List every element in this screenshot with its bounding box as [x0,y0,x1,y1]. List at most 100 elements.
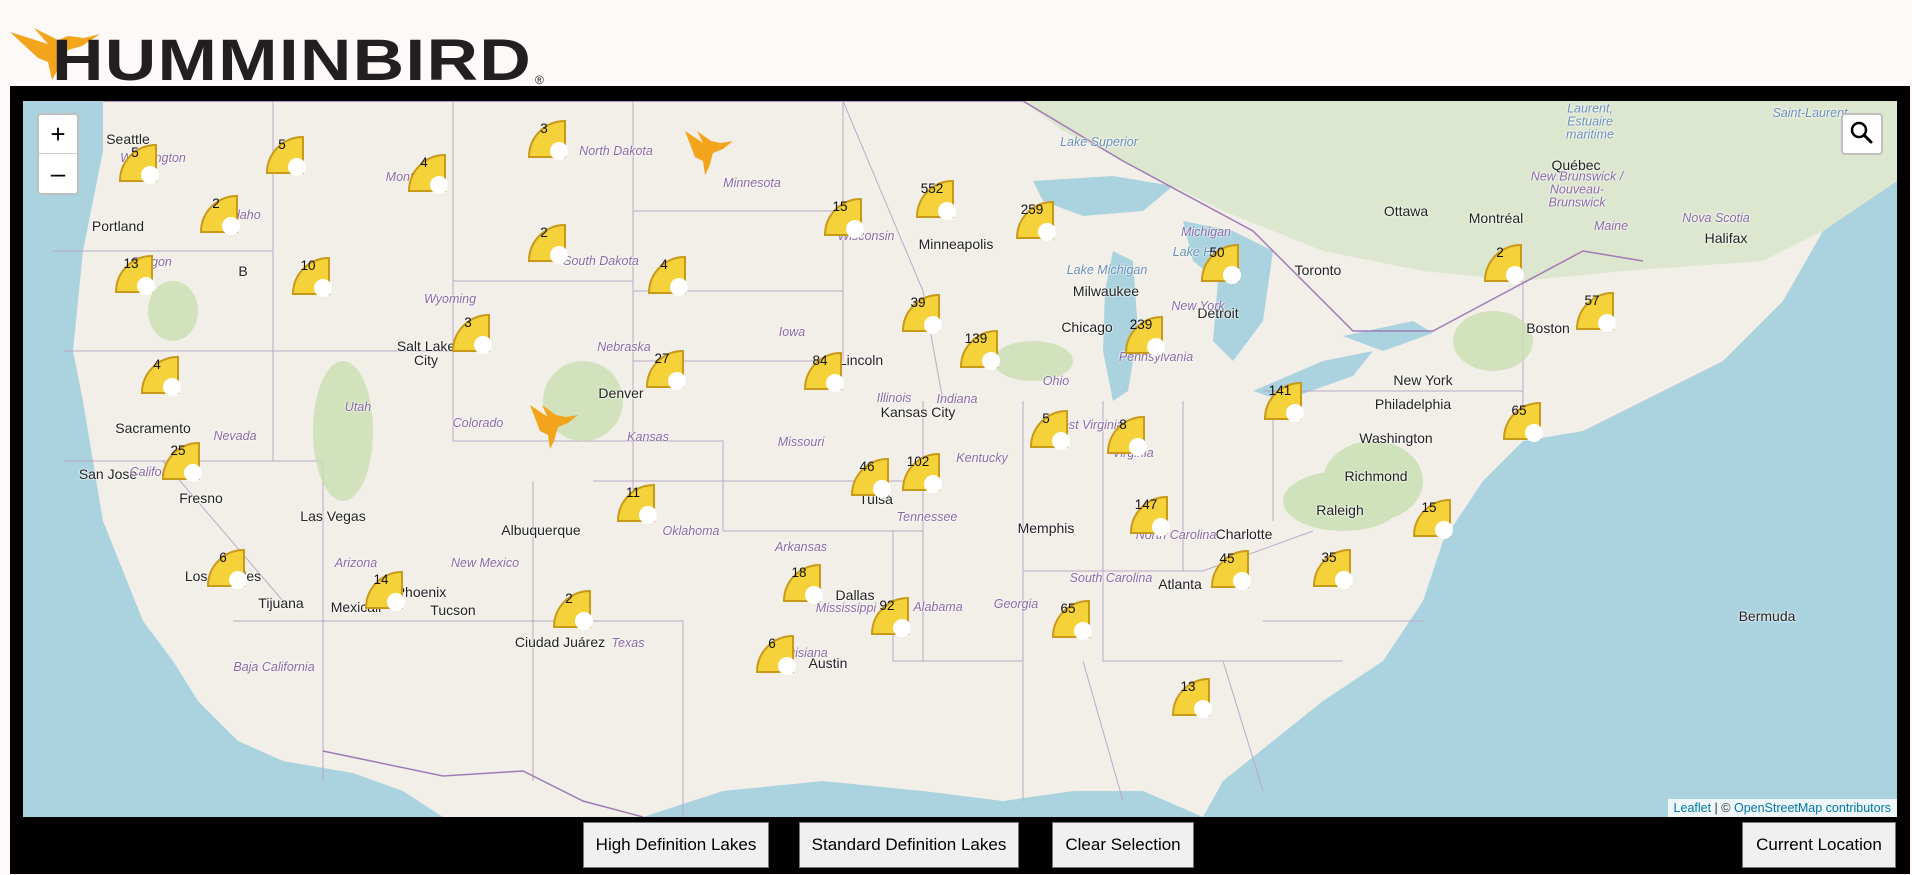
lake-cluster-marker[interactable]: 8 [1104,413,1152,457]
lake-cluster-marker[interactable]: 6 [204,546,252,590]
cluster-count: 2 [212,196,220,211]
cluster-count: 102 [906,454,930,469]
city-label: Sacramento [115,420,191,436]
lake-cluster-marker[interactable]: 102 [899,450,947,494]
cluster-count: 4 [153,357,161,372]
lake-cluster-marker[interactable] [1187,646,1235,690]
cluster-count: 35 [1321,550,1337,565]
humminbird-logo[interactable]: HUMMINBIRD ® [8,10,548,93]
city-label: Philadelphia [1374,396,1452,412]
region-label: Alabama [913,600,963,614]
city-label: Toronto [1294,262,1342,278]
region-label: Wyoming [423,292,477,306]
lake-cluster-marker[interactable]: 5 [1027,407,1075,451]
lake-cluster-marker[interactable]: 5 [116,141,164,185]
city-label: Ottawa [1383,203,1429,219]
lake-cluster-marker[interactable]: 65 [1500,399,1548,443]
city-label: Raleigh [1316,502,1364,518]
region-label: Colorado [452,416,504,430]
region-label: Tennessee [896,510,958,524]
cluster-count: 147 [1134,497,1158,512]
lake-cluster-marker[interactable]: 259 [1013,198,1061,242]
lake-cluster-marker[interactable]: 84 [801,349,849,393]
standard-definition-lakes-button[interactable]: Standard Definition Lakes [799,822,1019,868]
lake-cluster-marker[interactable]: 50 [1198,241,1246,285]
city-label: Milwaukee [1072,283,1140,299]
hummingbird-marker-icon[interactable] [528,401,584,454]
cluster-count: 10 [300,258,316,273]
lake-cluster-marker[interactable]: 139 [957,327,1005,371]
lake-cluster-marker[interactable]: 35 [1310,546,1358,590]
region-label: Utah [344,400,372,414]
lake-cluster-marker[interactable]: 11 [614,481,662,525]
lake-cluster-marker[interactable]: 14 [362,568,410,612]
leaflet-link[interactable]: Leaflet [1674,801,1712,815]
city-label: Tijuana [258,595,304,611]
lake-cluster-marker[interactable]: 4 [645,253,693,297]
lake-cluster-marker[interactable]: 141 [1261,379,1309,423]
lake-cluster-marker[interactable]: 13 [112,252,160,296]
lake-cluster-marker[interactable]: 39 [899,291,947,335]
lake-cluster-marker[interactable]: 10 [289,254,337,298]
lake-cluster-marker[interactable]: 2 [550,587,598,631]
city-label: Minneapolis [918,236,994,252]
lake-cluster-marker[interactable]: 2 [525,221,573,265]
cluster-count: 13 [123,256,139,271]
cluster-count: 84 [812,353,828,368]
cluster-count: 6 [768,636,776,651]
region-label: Maine [1593,219,1629,233]
zoom-out-button[interactable]: – [39,154,77,192]
current-location-button[interactable]: Current Location [1742,822,1896,868]
lake-cluster-marker[interactable]: 18 [780,561,828,605]
city-label: Richmond [1344,468,1408,484]
hummingbird-marker-icon[interactable] [683,127,739,180]
lake-cluster-marker[interactable]: 57 [1573,289,1621,333]
cluster-count: 2 [565,591,573,606]
map-view[interactable]: Seattle Portland Sacramento San Jose Fre… [23,101,1897,817]
high-definition-lakes-button[interactable]: High Definition Lakes [583,822,769,868]
map-attribution: Leaflet | © OpenStreetMap contributors [1667,799,1897,817]
zoom-control: + – [37,113,79,195]
city-label: Bermuda [1738,608,1796,624]
lake-cluster-marker[interactable]: 15 [1410,496,1458,540]
lake-cluster-marker[interactable]: 239 [1122,313,1170,357]
cluster-count: 6 [219,550,227,565]
lake-cluster-marker[interactable]: 27 [643,347,691,391]
lake-cluster-marker[interactable]: 4 [138,353,186,397]
cluster-count: 11 [625,485,640,500]
cluster-count: 14 [373,572,389,587]
lake-cluster-marker[interactable]: 25 [159,439,207,483]
lake-cluster-marker[interactable]: 5 [263,133,311,177]
osm-link[interactable]: OpenStreetMap contributors [1734,801,1891,815]
city-label: Atlanta [1158,576,1202,592]
region-label: Ohio [1042,374,1070,388]
city-label: Denver [598,385,644,401]
cluster-count: 27 [654,351,670,366]
cluster-count: 18 [791,565,807,580]
header: HUMMINBIRD ® [0,0,1912,93]
lake-cluster-marker[interactable]: 2 [197,192,245,236]
map-search-button[interactable] [1841,113,1883,155]
region-label: Texas [611,636,645,650]
cluster-count: 4 [420,155,428,170]
search-icon [1850,121,1873,144]
lake-cluster-marker[interactable]: 65 [1049,597,1097,641]
cluster-count: 5 [131,145,139,160]
lake-cluster-marker[interactable]: 3 [525,117,573,161]
region-label: New Brunswick / Nouveau-Brunswick [1530,169,1624,210]
cluster-count: 25 [170,443,186,458]
lake-cluster-marker[interactable]: 6 [753,632,801,676]
city-label: Halifax [1704,230,1748,246]
lake-cluster-marker[interactable]: 15 [821,195,869,239]
clear-selection-button[interactable]: Clear Selection [1052,822,1194,868]
cluster-count: 5 [278,137,286,152]
lake-cluster-marker[interactable]: 46 [848,455,896,499]
zoom-in-button[interactable]: + [39,115,77,154]
lake-cluster-marker[interactable]: 147 [1127,493,1175,537]
lake-cluster-marker[interactable]: 92 [868,594,916,638]
lake-cluster-marker[interactable]: 4 [405,151,453,195]
lake-cluster-marker[interactable]: 2 [1481,241,1529,285]
lake-cluster-marker[interactable]: 45 [1208,547,1256,591]
lake-cluster-marker[interactable]: 3 [449,311,497,355]
lake-cluster-marker[interactable]: 552 [913,177,961,221]
